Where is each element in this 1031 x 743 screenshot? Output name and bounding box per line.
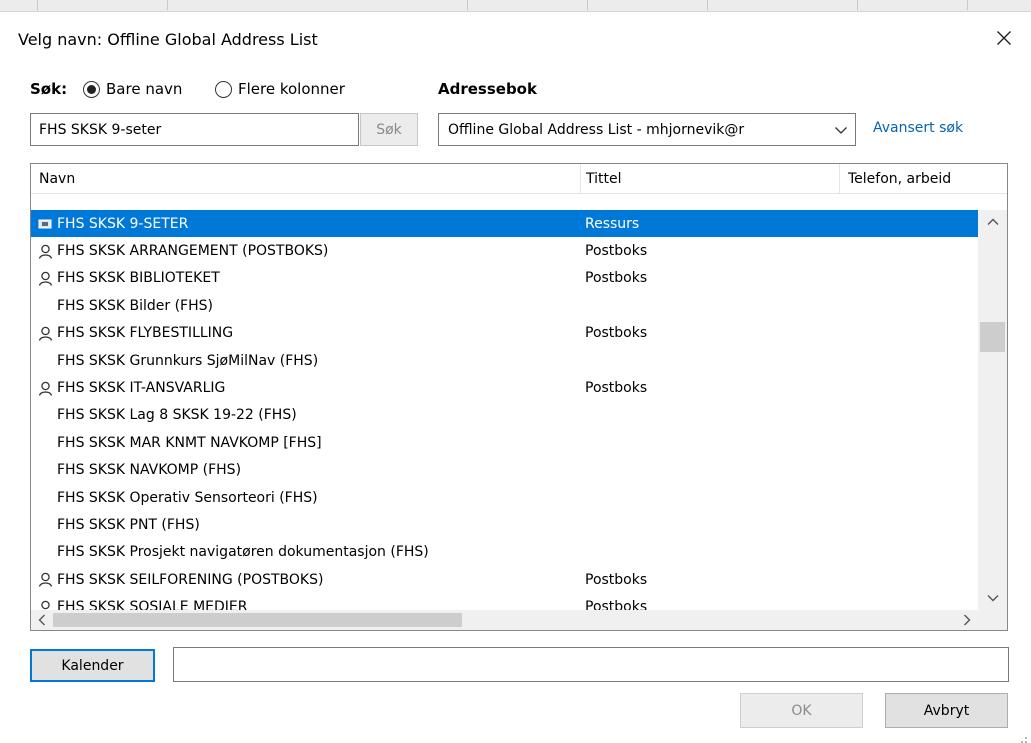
chevron-right-icon (964, 614, 971, 626)
cancel-button[interactable]: Avbryt (885, 693, 1008, 728)
radio-unselected-icon (215, 80, 232, 98)
radio-more-columns-label: Flere kolonner (238, 80, 345, 98)
list-item[interactable]: FHS SKSK Operativ Sensorteori (FHS) (31, 484, 978, 511)
dialog-title: Velg navn: Offline Global Address List (18, 30, 318, 49)
list-item[interactable]: FHS SKSK Bilder (FHS) (31, 292, 978, 319)
list-item-title: Postboks (585, 270, 648, 287)
addressbook-dropdown[interactable]: Offline Global Address List - mhjornevik… (438, 113, 856, 146)
column-header-title[interactable]: Tittel (581, 164, 840, 194)
addressbook-selected-value: Offline Global Address List - mhjornevik… (448, 121, 745, 138)
list-header: Navn Tittel Telefon, arbeid (31, 164, 1007, 194)
chevron-down-icon (827, 114, 855, 145)
scroll-right-button[interactable] (956, 610, 978, 630)
chevron-up-icon (987, 218, 998, 225)
list-item-name: FHS SKSK PNT (FHS) (57, 516, 200, 533)
person-icon (36, 320, 54, 347)
list-item-name: FHS SKSK 9-SETER (57, 215, 189, 232)
radio-names-only-label: Bare navn (106, 80, 183, 98)
list-item[interactable]: FHS SKSK Prosjekt navigatøren dokumentas… (31, 539, 978, 566)
list-item[interactable]: FHS SKSK Lag 8 SKSK 19-22 (FHS) (31, 402, 978, 429)
calendar-recipient-button[interactable]: Kalender (30, 649, 155, 682)
list-item-name: FHS SKSK Operativ Sensorteori (FHS) (57, 489, 318, 506)
list-item[interactable]: FHS SKSK NAVKOMP (FHS) (31, 457, 978, 484)
list-item[interactable]: FHS SKSK SEILFORENING (POSTBOKS) Postboks (31, 566, 978, 593)
list-item-name: FHS SKSK FLYBESTILLING (57, 325, 234, 342)
scroll-down-button[interactable] (978, 586, 1007, 610)
list-item-title: Ressurs (585, 215, 640, 232)
list-item-title: Postboks (585, 380, 648, 397)
background-fragment (0, 0, 38, 10)
list-item-name: FHS SKSK IT-ANSVARLIG (57, 380, 226, 397)
list-item-name: FHS SKSK Bilder (FHS) (57, 297, 213, 314)
list-item[interactable]: FHS SKSK 9-SETER Ressurs (31, 210, 978, 238)
background-fragment (588, 0, 708, 10)
list-item[interactable]: FHS SKSK BIBLIOTEKET Postboks (31, 265, 978, 292)
radio-selected-icon (83, 80, 100, 98)
list-item-title: Postboks (585, 243, 648, 260)
list-item-name: FHS SKSK BIBLIOTEKET (57, 270, 220, 287)
list-item-name: FHS SKSK Prosjekt navigatøren dokumentas… (57, 544, 429, 561)
list-item-name: FHS SKSK MAR KNMT NAVKOMP [FHS] (57, 434, 322, 451)
search-button[interactable]: Søk (360, 113, 418, 146)
advanced-search-link[interactable]: Avansert søk (873, 120, 963, 136)
background-fragment (708, 0, 858, 10)
horizontal-scroll-thumb[interactable] (53, 613, 462, 627)
background-fragment (38, 0, 168, 10)
list-item-name: FHS SKSK NAVKOMP (FHS) (57, 462, 242, 479)
close-icon (997, 31, 1011, 45)
list-item-title: Postboks (585, 599, 648, 610)
vertical-scroll-thumb[interactable] (980, 322, 1005, 352)
scroll-left-button[interactable] (31, 610, 53, 630)
list-item[interactable]: FHS SKSK SOSIALE MEDIER Postboks (31, 593, 978, 610)
list-rows: FHS SKSK 9-SETER Ressurs FHS SKSK ARRANGEM… (31, 210, 978, 610)
list-item-name: FHS SKSK SOSIALE MEDIER (57, 599, 248, 610)
close-button[interactable] (988, 22, 1020, 54)
room-icon (36, 210, 54, 237)
search-input[interactable] (30, 113, 359, 146)
list-item[interactable]: FHS SKSK ARRANGEMENT (POSTBOKS) Postboks (31, 237, 978, 264)
scrollbar-corner (978, 610, 1007, 630)
list-item[interactable]: FHS SKSK PNT (FHS) (31, 511, 978, 538)
list-item[interactable]: FHS SKSK Grunnkurs SjøMilNav (FHS) (31, 347, 978, 374)
person-icon (36, 237, 54, 264)
radio-more-columns[interactable]: Flere kolonner (215, 80, 345, 98)
person-icon (36, 593, 54, 610)
person-icon (36, 374, 54, 401)
select-names-dialog: Velg navn: Offline Global Address List S… (0, 12, 1031, 743)
column-header-name[interactable]: Navn (31, 164, 581, 194)
list-item-name: FHS SKSK ARRANGEMENT (POSTBOKS) (57, 243, 329, 260)
scroll-up-button[interactable] (978, 210, 1007, 234)
vertical-scrollbar[interactable] (978, 210, 1007, 610)
list-item-title: Postboks (585, 571, 648, 588)
search-label: Søk: (30, 80, 68, 98)
background-fragment (168, 0, 468, 10)
list-item-name: FHS SKSK SEILFORENING (POSTBOKS) (57, 571, 324, 588)
addressbook-label: Adressebok (438, 80, 537, 98)
horizontal-scrollbar[interactable] (31, 610, 978, 630)
contact-list: Navn Tittel Telefon, arbeid FHS SKSK 9-S… (30, 163, 1008, 631)
person-icon (36, 265, 54, 292)
background-fragment (858, 0, 968, 10)
resize-grip-icon[interactable] (1016, 736, 1028, 743)
column-header-phone[interactable]: Telefon, arbeid (840, 164, 1007, 194)
list-item-name: FHS SKSK Grunnkurs SjøMilNav (FHS) (57, 352, 319, 369)
chevron-left-icon (38, 614, 45, 626)
list-item[interactable]: FHS SKSK FLYBESTILLING Postboks (31, 320, 978, 347)
list-item-name: FHS SKSK Lag 8 SKSK 19-22 (FHS) (57, 407, 297, 424)
person-icon (36, 566, 54, 593)
background-window-strip (0, 0, 1031, 12)
chevron-down-icon (987, 595, 998, 602)
list-item[interactable]: FHS SKSK MAR KNMT NAVKOMP [FHS] (31, 429, 978, 456)
ok-button[interactable]: OK (740, 693, 863, 728)
list-item-title: Postboks (585, 325, 648, 342)
list-item[interactable]: FHS SKSK IT-ANSVARLIG Postboks (31, 374, 978, 401)
recipient-input[interactable] (173, 647, 1009, 682)
radio-names-only[interactable]: Bare navn (83, 80, 182, 98)
background-fragment (468, 0, 588, 10)
